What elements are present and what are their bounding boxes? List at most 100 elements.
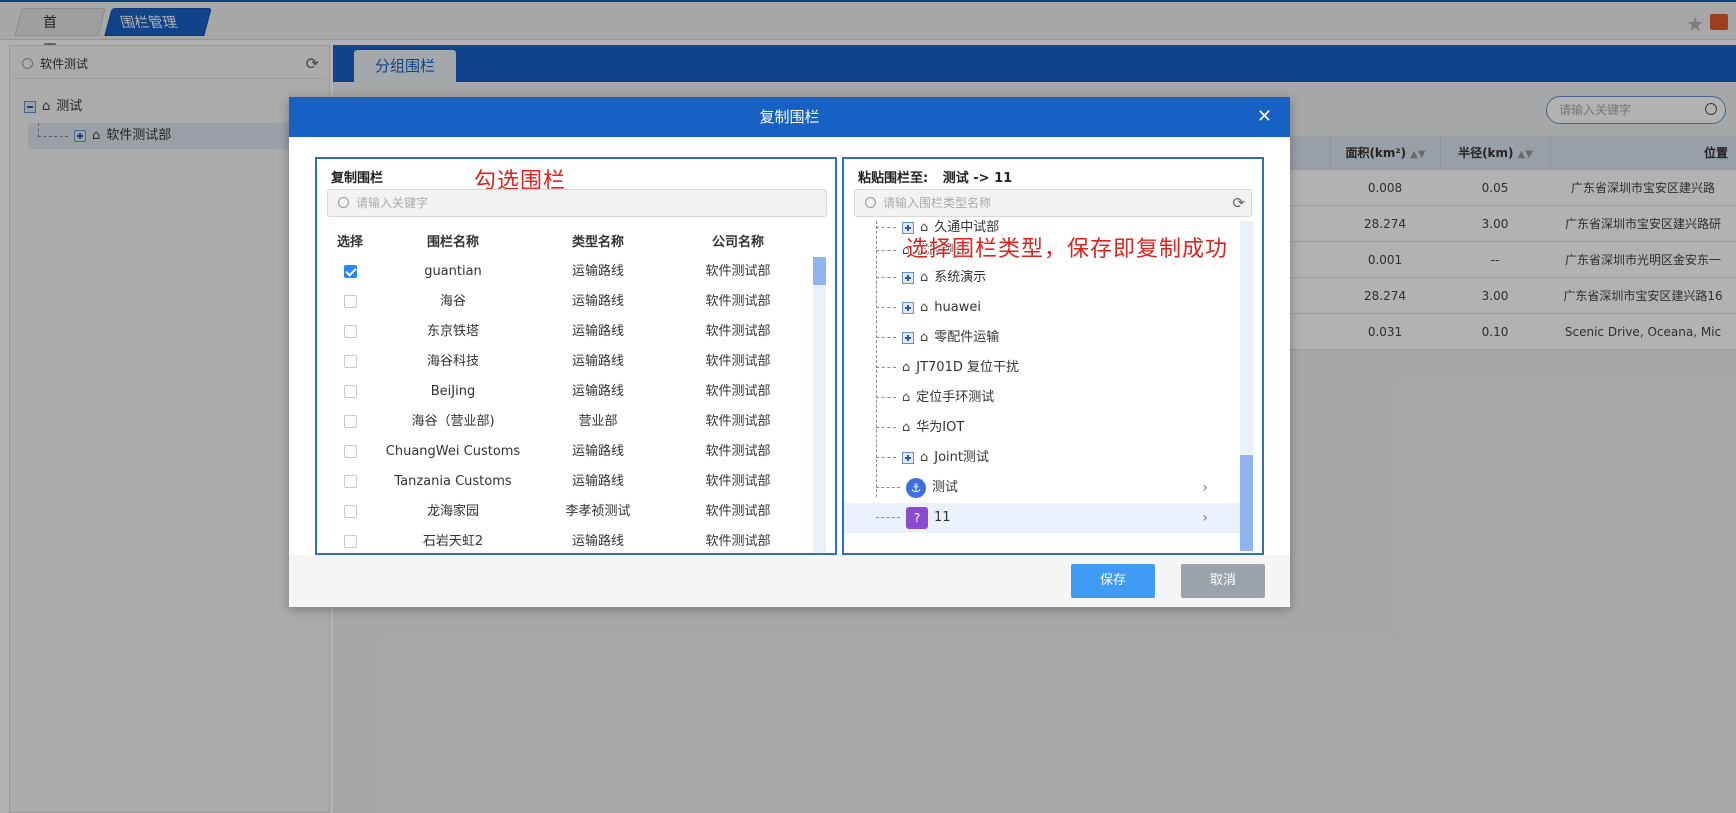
cell-type-name: 营业部 [578, 414, 618, 429]
tree-connector [876, 457, 896, 458]
cell-company-name: 软件测试部 [705, 444, 771, 459]
copy-source-pane: 复制围栏 勾选围栏 请输入关键字 选择 围栏名称 类型名称 公司名称 guant… [315, 157, 837, 555]
home-icon: ⌂ [920, 450, 929, 465]
tree-connector [876, 427, 896, 428]
cell-fence-name: 海谷科技 [426, 354, 479, 369]
cell-fence-name: BeiJing [430, 384, 476, 399]
type-node[interactable]: ⌂ 零配件运输 [844, 323, 1244, 353]
cell-type-name: 运输路线 [571, 264, 624, 279]
type-tree-scrollbar[interactable] [1240, 221, 1253, 551]
expand-icon[interactable] [902, 271, 914, 284]
save-button[interactable]: 保存 [1071, 564, 1155, 598]
paste-target-pane: 粘贴围栏至: 测试 -> 11 请输入围栏类型名称 ⟳ ⌂ 久通中试部 ⌂ 优能测试… [842, 157, 1264, 555]
fence-row[interactable]: guantian 运输路线 软件测试部 [317, 257, 817, 287]
fence-row[interactable]: 海谷科技 运输路线 软件测试部 [317, 347, 817, 377]
home-icon: ⌂ [920, 270, 929, 285]
type-node[interactable]: ⌂ 定位手环测试 [844, 383, 1244, 413]
header-select: 选择 [336, 235, 363, 250]
expand-icon[interactable] [902, 301, 914, 314]
fence-row[interactable]: ChuangWei Customs 运输路线 软件测试部 [317, 437, 817, 467]
home-icon: ⌂ [902, 390, 911, 405]
fence-search-input[interactable]: 请输入关键字 [327, 189, 827, 217]
search-icon [338, 197, 349, 208]
row-checkbox[interactable] [343, 475, 357, 488]
cell-fence-name: 石岩天虹2 [422, 534, 484, 549]
chevron-right-icon[interactable]: › [1202, 473, 1208, 503]
cell-fence-name: 东京铁塔 [426, 324, 479, 339]
type-node-label: 定位手环测试 [916, 390, 995, 405]
chevron-right-icon[interactable]: › [1202, 503, 1208, 533]
cell-company-name: 软件测试部 [705, 384, 771, 399]
row-checkbox[interactable] [343, 445, 357, 458]
type-node[interactable]: ⌂ JT701D 复位干扰 [844, 353, 1244, 383]
tree-connector [876, 250, 896, 251]
row-checkbox[interactable] [343, 385, 357, 398]
paste-target-prefix: 粘贴围栏至: [858, 171, 929, 186]
search-icon [865, 197, 876, 208]
header-company-name: 公司名称 [711, 235, 764, 250]
fence-type-node-11[interactable]: ? 11 › [844, 503, 1244, 533]
type-node[interactable]: ⌂ Joint测试 [844, 443, 1244, 473]
row-checkbox[interactable] [343, 355, 357, 368]
scrollbar-thumb[interactable] [813, 257, 826, 285]
type-node-label: huawei [934, 300, 981, 315]
row-checkbox[interactable] [343, 265, 357, 278]
row-checkbox[interactable] [343, 325, 357, 338]
cell-company-name: 软件测试部 [705, 504, 771, 519]
paste-target-label: 粘贴围栏至: 测试 -> 11 [858, 167, 1012, 186]
cell-type-name: 运输路线 [571, 474, 624, 489]
fence-search-placeholder: 请输入关键字 [356, 196, 429, 210]
dialog-footer: 保存 取消 [289, 555, 1290, 607]
copy-source-label: 复制围栏 [331, 171, 384, 186]
fence-row[interactable]: Tanzania Customs 运输路线 软件测试部 [317, 467, 817, 497]
paste-target-path: 测试 -> 11 [942, 171, 1013, 186]
fence-row[interactable]: BeiJing 运输路线 软件测试部 [317, 377, 817, 407]
home-icon: ⌂ [902, 360, 911, 375]
row-checkbox[interactable] [343, 505, 357, 518]
dialog-title: 复制围栏 [759, 108, 820, 126]
cell-fence-name: guantian [424, 264, 482, 279]
type-node-label: 系统演示 [934, 270, 987, 285]
fence-type-node-test[interactable]: ⚓ 测试 › [844, 473, 1244, 503]
type-node[interactable]: ⌂ huawei [844, 293, 1244, 323]
fence-row[interactable]: 海谷（营业部) 营业部 软件测试部 [317, 407, 817, 437]
fence-list-scrollbar[interactable] [813, 257, 826, 553]
cell-fence-name: 海谷（营业部) [411, 414, 495, 429]
cell-fence-name: ChuangWei Customs [385, 444, 521, 459]
tree-connector [876, 307, 896, 308]
type-node-label: JT701D 复位干扰 [916, 360, 1019, 375]
cell-type-name: 运输路线 [571, 354, 624, 369]
home-icon: ⌂ [920, 330, 929, 345]
tree-connector [876, 397, 896, 398]
cell-type-name: 运输路线 [571, 444, 624, 459]
type-node[interactable]: ⌂ 系统演示 [844, 263, 1244, 293]
fence-row[interactable]: 龙海家园 李孝祯测试 软件测试部 [317, 497, 817, 527]
close-icon[interactable]: ✕ [1257, 97, 1272, 137]
row-checkbox[interactable] [343, 415, 357, 428]
type-node[interactable]: ⌂ 华为IOT [844, 413, 1244, 443]
cell-type-name: 李孝祯测试 [565, 504, 631, 519]
cell-company-name: 软件测试部 [705, 354, 771, 369]
fence-row[interactable]: 东京铁塔 运输路线 软件测试部 [317, 317, 817, 347]
cell-type-name: 运输路线 [571, 324, 624, 339]
type-node-label: 华为IOT [916, 420, 965, 435]
header-fence-name: 围栏名称 [426, 235, 479, 250]
tree-connector [876, 517, 900, 518]
cell-company-name: 软件测试部 [705, 414, 771, 429]
row-checkbox[interactable] [343, 295, 357, 308]
type-node-label: 测试 [932, 480, 959, 495]
row-checkbox[interactable] [343, 535, 357, 548]
expand-icon[interactable] [902, 451, 914, 464]
copy-fence-dialog: 复制围栏 ✕ 复制围栏 勾选围栏 请输入关键字 选择 围栏名称 类型名称 公司名… [289, 97, 1290, 607]
cell-company-name: 软件测试部 [705, 534, 771, 549]
anchor-icon: ⚓ [906, 477, 926, 498]
tree-connector [876, 367, 896, 368]
fence-row[interactable]: 海谷 运输路线 软件测试部 [317, 287, 817, 317]
cancel-button[interactable]: 取消 [1181, 564, 1265, 598]
expand-icon[interactable] [902, 331, 914, 344]
dialog-title-bar: 复制围栏 ✕ [289, 97, 1290, 137]
fence-row[interactable]: 石岩天虹2 运输路线 软件测试部 [317, 527, 817, 553]
scrollbar-thumb[interactable] [1240, 455, 1253, 551]
fence-type-search-placeholder: 请输入围栏类型名称 [883, 196, 992, 210]
home-icon: ⌂ [902, 420, 911, 435]
